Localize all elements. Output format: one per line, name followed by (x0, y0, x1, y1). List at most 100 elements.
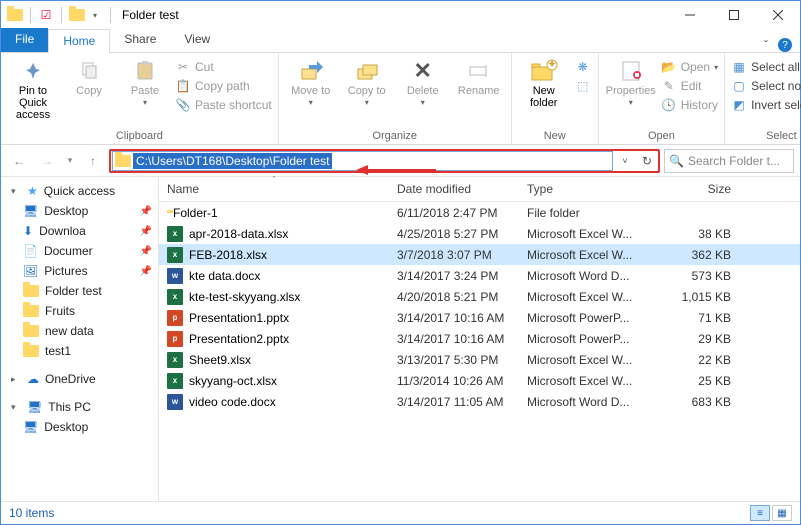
select-none-button[interactable]: ▢Select none (731, 78, 801, 94)
column-name[interactable]: ˆName (159, 177, 389, 201)
file-date: 3/14/2017 10:16 AM (389, 332, 519, 346)
pin-icon: 📌 (140, 246, 152, 257)
file-row[interactable]: kte data.docx3/14/2017 3:24 PMMicrosoft … (159, 265, 800, 286)
column-type[interactable]: Type (519, 177, 659, 201)
view-details-button[interactable]: ≡ (750, 505, 770, 521)
rename-button[interactable]: Rename (453, 55, 505, 97)
file-type: Microsoft PowerP... (519, 332, 659, 346)
sidebar-quick-access[interactable]: ▾★Quick access (1, 181, 158, 201)
file-type: Microsoft Excel W... (519, 227, 659, 241)
history-icon: 🕓 (661, 97, 677, 113)
paste-button[interactable]: Paste ▾ (119, 55, 171, 108)
folder-icon: ⬇ (23, 224, 33, 238)
sidebar-item[interactable]: ⬇Downloa📌 (1, 221, 158, 241)
file-row[interactable]: Sheet9.xlsx3/13/2017 5:30 PMMicrosoft Ex… (159, 349, 800, 370)
file-row[interactable]: kte-test-skyyang.xlsx4/20/2018 5:21 PMMi… (159, 286, 800, 307)
file-date: 3/14/2017 3:24 PM (389, 269, 519, 283)
file-row[interactable]: Folder-16/11/2018 2:47 PMFile folder (159, 202, 800, 223)
copy-path-icon: 📋 (175, 78, 191, 94)
file-name: Sheet9.xlsx (189, 353, 251, 367)
file-size: 38 KB (659, 227, 739, 241)
copy-icon (77, 59, 101, 83)
file-name: video code.docx (189, 395, 276, 409)
tab-file[interactable]: File (1, 28, 48, 52)
qa-dropdown-icon[interactable]: ▾ (87, 7, 103, 23)
edit-button[interactable]: ✎Edit (661, 78, 718, 94)
group-label-select: Select (731, 130, 801, 144)
move-to-button[interactable]: Move to▾ (285, 55, 337, 108)
address-bar[interactable]: C:\Users\DT168\Desktop\Folder test (112, 151, 613, 171)
file-date: 3/13/2017 5:30 PM (389, 353, 519, 367)
file-type: Microsoft Word D... (519, 395, 659, 409)
sidebar-item[interactable]: test1 (1, 341, 158, 361)
address-dropdown[interactable]: ˅ (614, 150, 636, 172)
select-all-button[interactable]: ▦Select all (731, 59, 801, 75)
cut-button[interactable]: ✂Cut (175, 59, 272, 75)
up-button[interactable]: ↑ (81, 149, 105, 173)
file-row[interactable]: Presentation2.pptx3/14/2017 10:16 AMMicr… (159, 328, 800, 349)
sidebar-this-pc[interactable]: ▾🖥This PC (1, 397, 158, 417)
easy-access-icon[interactable]: ⬚ (575, 78, 591, 94)
tab-share[interactable]: Share (110, 28, 170, 52)
file-row[interactable]: Presentation1.pptx3/14/2017 10:16 AMMicr… (159, 307, 800, 328)
group-label-clipboard: Clipboard (7, 130, 272, 144)
paste-icon (133, 59, 157, 83)
history-button[interactable]: 🕓History (661, 97, 718, 113)
file-row[interactable]: video code.docx 3/14/2017 11:05 AMMicroso… (159, 391, 800, 412)
invert-selection-button[interactable]: ◩Invert selection (731, 97, 801, 113)
recent-dropdown[interactable]: ▾ (63, 149, 77, 173)
copy-path-button[interactable]: 📋Copy path (175, 78, 272, 94)
forward-button[interactable]: → (35, 149, 59, 173)
folder-icon: 🖥 (23, 204, 38, 218)
sidebar-item[interactable]: Folder test (1, 281, 158, 301)
file-row[interactable]: FEB-2018.xlsx3/7/2018 3:07 PMMicrosoft E… (159, 244, 800, 265)
file-name: Folder-1 (173, 206, 218, 220)
sidebar-item[interactable]: 📄Documer📌 (1, 241, 158, 261)
column-date[interactable]: Date modified (389, 177, 519, 201)
folder-icon: 📄 (23, 244, 38, 258)
file-type: Microsoft Excel W... (519, 290, 659, 304)
select-all-icon: ▦ (731, 59, 747, 75)
file-row[interactable]: skyyang-oct.xlsx11/3/2014 10:26 AMMicros… (159, 370, 800, 391)
sidebar-item[interactable]: 🖼Pictures📌 (1, 261, 158, 281)
new-folder-button[interactable]: ✦ New folder (518, 55, 570, 109)
sidebar-item-desktop[interactable]: 🖥Desktop (1, 417, 158, 437)
new-folder-icon: ✦ (530, 59, 558, 83)
maximize-button[interactable] (712, 1, 756, 29)
column-size[interactable]: Size (659, 177, 739, 201)
sidebar-item[interactable]: new data (1, 321, 158, 341)
copy-button[interactable]: Copy (63, 55, 115, 97)
search-icon: 🔍 (669, 154, 684, 168)
tab-view[interactable]: View (170, 28, 224, 52)
close-button[interactable] (756, 1, 800, 29)
main-area: ▾★Quick access 🖥Desktop📌⬇Downloa📌📄Docume… (1, 177, 800, 501)
tab-home[interactable]: Home (48, 29, 110, 53)
view-icons-button[interactable]: ▦ (772, 505, 792, 521)
copy-to-button[interactable]: Copy to▾ (341, 55, 393, 108)
file-size: 71 KB (659, 311, 739, 325)
new-item-icon[interactable]: ❋ (575, 59, 591, 75)
delete-button[interactable]: ✕ Delete▾ (397, 55, 449, 108)
refresh-button[interactable]: ↻ (636, 150, 658, 172)
file-icon (167, 267, 183, 284)
sidebar-item[interactable]: Fruits (1, 301, 158, 321)
minimize-button[interactable] (668, 1, 712, 29)
search-input[interactable]: 🔍 Search Folder t... (664, 149, 794, 173)
file-date: 3/14/2017 11:05 AM (389, 395, 519, 409)
ribbon-collapse-icon[interactable]: ˇ (764, 38, 768, 52)
file-date: 4/20/2018 5:21 PM (389, 290, 519, 304)
pin-to-quick-access-button[interactable]: Pin to Quick access (7, 55, 59, 121)
properties-button[interactable]: Properties▾ (605, 55, 657, 108)
sidebar-item[interactable]: 🖥Desktop📌 (1, 201, 158, 221)
paste-shortcut-button[interactable]: 📎Paste shortcut (175, 97, 272, 113)
file-row[interactable]: apr-2018-data.xlsx4/25/2018 5:27 PMMicro… (159, 223, 800, 244)
pin-icon (21, 59, 45, 83)
file-type: Microsoft PowerP... (519, 311, 659, 325)
pin-icon: 📌 (140, 206, 152, 217)
back-button[interactable]: ← (7, 149, 31, 173)
properties-shortcut-icon[interactable]: ☑ (38, 7, 54, 23)
open-button[interactable]: 📂Open ▾ (661, 59, 718, 75)
address-path[interactable]: C:\Users\DT168\Desktop\Folder test (133, 153, 332, 169)
sidebar-onedrive[interactable]: ▸☁OneDrive (1, 369, 158, 389)
help-icon[interactable]: ? (778, 38, 792, 52)
